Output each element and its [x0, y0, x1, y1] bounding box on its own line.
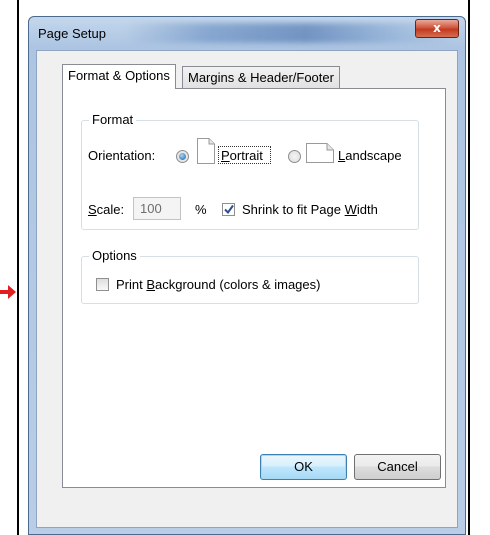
close-button[interactable]: x [415, 19, 459, 38]
portrait-radio[interactable] [176, 150, 189, 163]
page-setup-dialog: Page Setup x Format & Options Margins & … [28, 16, 466, 535]
shrink-to-fit-label[interactable]: Shrink to fit Page Width [242, 202, 378, 217]
cancel-button-label: Cancel [377, 459, 418, 474]
tab-label: Format & Options [68, 68, 170, 83]
options-group: Options Print Background (colors & image… [81, 248, 419, 304]
percent-label: % [195, 202, 207, 217]
orientation-label: Orientation: [88, 148, 156, 163]
scale-label-rest: cale: [96, 202, 125, 217]
shrink-label-pre: Shrink to fit Page [242, 202, 345, 217]
format-group: Format Orientation: Portrait Landscape S… [81, 112, 419, 230]
portrait-label[interactable]: Portrait [221, 148, 263, 163]
print-bg-accelerator: B [146, 277, 156, 292]
portrait-page-icon [197, 138, 215, 164]
blurred-background-behind-title [125, 23, 455, 43]
tab-margins-header-footer[interactable]: Margins & Header/Footer [182, 66, 340, 88]
landscape-label-rest: andscape [345, 148, 402, 163]
scale-accelerator: S [88, 202, 97, 217]
landscape-page-icon [306, 143, 334, 163]
close-icon: x [433, 21, 441, 35]
dialog-body: Format & Options Margins & Header/Footer… [36, 50, 458, 528]
ok-button[interactable]: OK [260, 454, 347, 480]
shrink-accelerator: W [344, 202, 357, 217]
checkmark-icon [224, 204, 234, 215]
title-bar[interactable]: Page Setup x [29, 17, 465, 49]
tab-label: Margins & Header/Footer [188, 70, 334, 85]
red-arrow-icon [0, 285, 16, 299]
dialog-title: Page Setup [38, 26, 106, 41]
shrink-label-rest: idth [356, 202, 378, 217]
shrink-to-fit-checkbox[interactable] [222, 203, 235, 216]
ok-button-label: OK [294, 459, 313, 474]
print-bg-label-rest: ackground (colors & images) [155, 277, 321, 292]
landscape-radio[interactable] [288, 150, 301, 163]
options-group-legend: Options [89, 248, 140, 263]
tab-format-options[interactable]: Format & Options [62, 64, 176, 89]
print-background-label[interactable]: Print Background (colors & images) [116, 277, 320, 292]
format-group-legend: Format [89, 112, 137, 127]
scale-input[interactable]: 100 [133, 197, 181, 220]
print-bg-label-pre: Print [116, 277, 147, 292]
scale-label: Scale: [88, 202, 124, 217]
print-background-checkbox[interactable] [96, 278, 109, 291]
tab-panel-format-options: Format Orientation: Portrait Landscape S… [62, 88, 446, 488]
portrait-label-rest: ortrait [229, 148, 263, 163]
portrait-accelerator: P [221, 148, 230, 163]
landscape-label[interactable]: Landscape [338, 148, 402, 163]
cancel-button[interactable]: Cancel [354, 454, 441, 480]
